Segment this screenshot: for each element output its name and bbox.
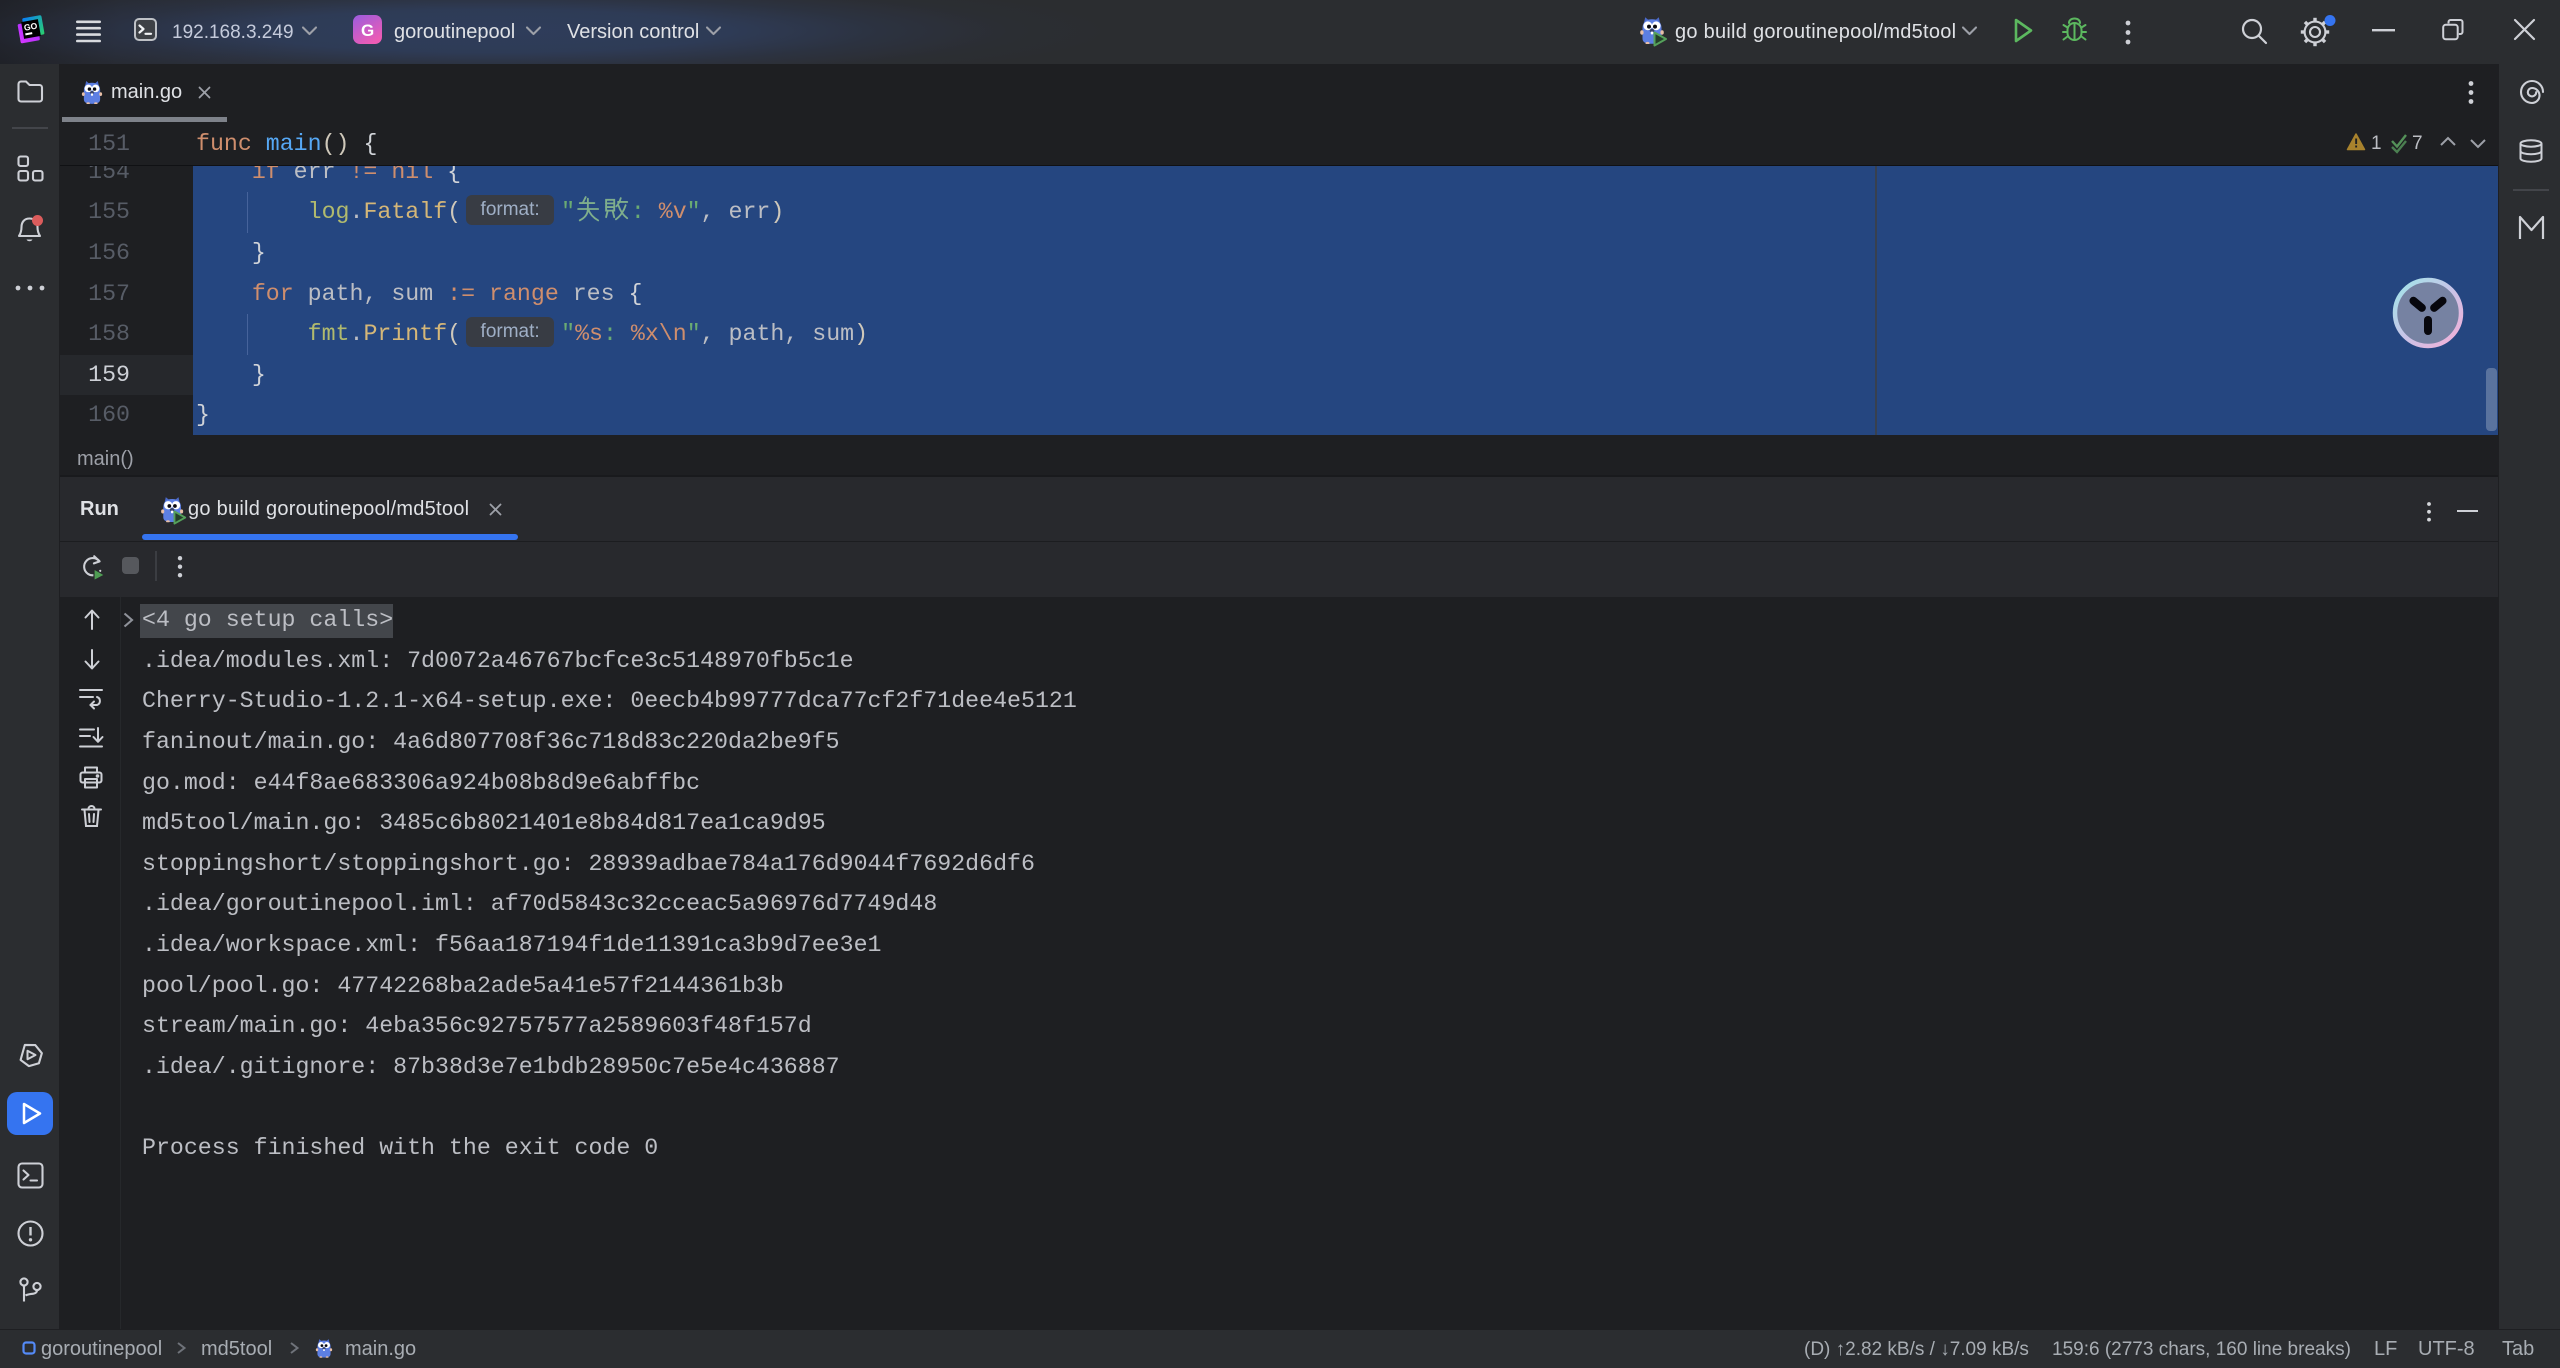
svg-text:7: 7 [2412,133,2423,154]
svg-text:1: 1 [2371,133,2382,154]
svg-text:G: G [361,21,374,40]
